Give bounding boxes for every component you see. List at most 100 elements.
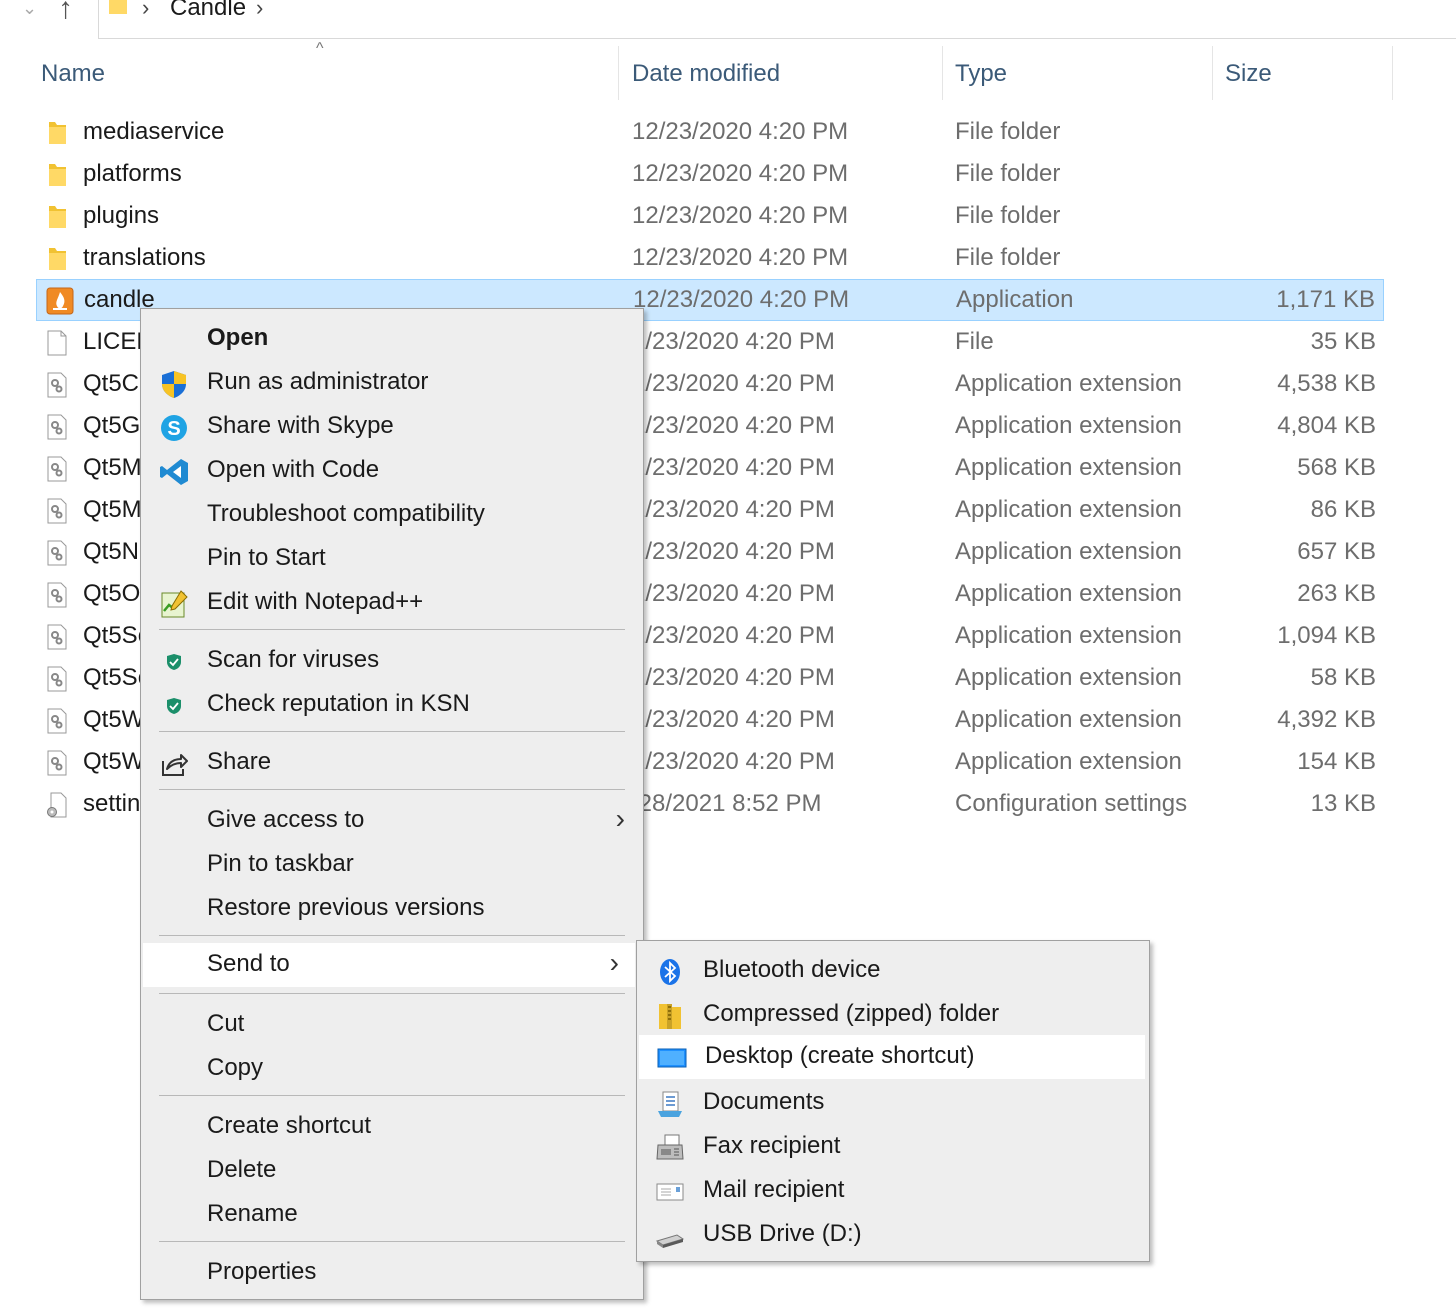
folder-icon	[49, 206, 66, 228]
menu-item-restore-versions[interactable]: Restore previous versions	[141, 887, 643, 931]
send-to-usb-drive[interactable]: USB Drive (D:)	[637, 1213, 1149, 1257]
file-type: Application	[956, 286, 1074, 313]
menu-item-label: Open with Code	[207, 456, 380, 483]
menu-item-label: Restore previous versions	[207, 894, 485, 921]
menu-item-edit-notepad[interactable]: Edit with Notepad++	[141, 581, 643, 625]
file-row[interactable]: plugins 12/23/2020 4:20 PM File folder	[36, 196, 1384, 238]
submenu-item-label: Fax recipient	[703, 1132, 841, 1159]
menu-separator	[159, 731, 625, 732]
up-arrow-icon[interactable]: ↑	[58, 0, 73, 26]
send-to-documents[interactable]: Documents	[637, 1081, 1149, 1125]
menu-item-label: Give access to	[207, 806, 365, 833]
menu-item-properties[interactable]: Properties	[141, 1251, 643, 1295]
file-size: 35 KB	[1310, 328, 1376, 355]
file-type: File folder	[955, 202, 1061, 229]
menu-item-label: Open	[207, 324, 269, 351]
file-date: 12/23/2020 4:20 PM	[633, 286, 850, 313]
file-name: Qt5M	[83, 454, 142, 481]
dll-icon	[47, 414, 67, 440]
file-size: 4,392 KB	[1277, 706, 1376, 733]
menu-item-pin-to-start[interactable]: Pin to Start	[141, 537, 643, 581]
send-to-desktop[interactable]: Desktop (create shortcut)	[639, 1035, 1145, 1079]
column-header-date[interactable]: Date modified	[632, 60, 780, 88]
file-row[interactable]: translations 12/23/2020 4:20 PM File fol…	[36, 238, 1384, 280]
file-name: Qt5W	[83, 748, 145, 775]
menu-item-troubleshoot[interactable]: Troubleshoot compatibility	[141, 493, 643, 537]
settings-file-icon	[47, 792, 67, 818]
column-header-name[interactable]: Name	[41, 60, 105, 88]
file-type: Application extension	[955, 538, 1182, 565]
menu-item-delete[interactable]: Delete	[141, 1149, 643, 1193]
file-type: Application extension	[955, 496, 1182, 523]
file-date: 12/23/2020 4:20 PM	[632, 244, 849, 271]
menu-item-label: Copy	[207, 1054, 264, 1081]
menu-item-scan-viruses[interactable]: Scan for viruses	[141, 639, 643, 683]
notepad-plus-plus-icon	[161, 590, 188, 618]
menu-item-create-shortcut[interactable]: Create shortcut	[141, 1105, 643, 1149]
file-name: Qt5W	[83, 706, 145, 733]
menu-item-open-with-code[interactable]: Open with Code	[141, 449, 643, 493]
address-divider	[98, 0, 99, 38]
column-separator[interactable]	[942, 46, 943, 100]
folder-icon	[49, 122, 66, 144]
share-icon	[162, 754, 188, 776]
send-to-fax[interactable]: Fax recipient	[637, 1125, 1149, 1169]
file-row[interactable]: mediaservice 12/23/2020 4:20 PM File fol…	[36, 112, 1384, 154]
kaspersky-shield-icon	[167, 654, 181, 670]
send-to-bluetooth[interactable]: Bluetooth device	[637, 949, 1149, 993]
column-separator[interactable]	[1392, 46, 1393, 100]
menu-item-share[interactable]: Share	[141, 741, 643, 785]
menu-item-label: Cut	[207, 1010, 245, 1037]
menu-item-cut[interactable]: Cut	[141, 1003, 643, 1047]
file-name: Qt5O	[83, 580, 141, 607]
menu-item-run-as-admin[interactable]: Run as administrator	[141, 361, 643, 405]
menu-item-pin-taskbar[interactable]: Pin to taskbar	[141, 843, 643, 887]
file-type: Application extension	[955, 706, 1182, 733]
file-row[interactable]: platforms 12/23/2020 4:20 PM File folder	[36, 154, 1384, 196]
menu-item-rename[interactable]: Rename	[141, 1193, 643, 1237]
mail-icon	[656, 1183, 684, 1201]
menu-item-check-ksn[interactable]: Check reputation in KSN	[141, 683, 643, 727]
menu-item-copy[interactable]: Copy	[141, 1047, 643, 1091]
breadcrumb-chevron-icon[interactable]: ›	[256, 0, 263, 21]
send-to-zipped-folder[interactable]: Compressed (zipped) folder	[637, 993, 1149, 1037]
menu-item-label: Share with Skype	[207, 412, 394, 439]
column-separator[interactable]	[618, 46, 619, 100]
menu-item-send-to[interactable]: Send to ›	[143, 943, 635, 987]
file-icon	[47, 330, 67, 356]
file-date: 12/23/2020 4:20 PM	[632, 160, 849, 187]
menu-item-give-access[interactable]: Give access to ›	[141, 799, 643, 843]
file-size: 263 KB	[1297, 580, 1376, 607]
file-name: mediaservice	[83, 118, 225, 145]
menu-item-label: Pin to Start	[207, 544, 326, 571]
dll-icon	[47, 372, 67, 398]
file-size: 657 KB	[1297, 538, 1376, 565]
menu-separator	[159, 629, 625, 630]
recent-locations-chevron-icon[interactable]: ⌄	[22, 0, 37, 19]
file-size: 4,538 KB	[1277, 370, 1376, 397]
dll-icon	[47, 624, 67, 650]
column-header-type[interactable]: Type	[955, 60, 1007, 88]
file-size: 568 KB	[1297, 454, 1376, 481]
file-type: Configuration settings	[955, 790, 1188, 817]
folder-icon	[109, 0, 127, 14]
menu-item-label: Create shortcut	[207, 1112, 372, 1139]
breadcrumb-candle[interactable]: Candle	[170, 0, 246, 22]
submenu-item-label: USB Drive (D:)	[703, 1220, 862, 1247]
address-bottom-border	[98, 38, 1456, 39]
zip-folder-icon	[659, 1004, 681, 1029]
breadcrumb-chevron-icon[interactable]: ›	[142, 0, 149, 21]
menu-item-open[interactable]: Open	[141, 317, 643, 361]
skype-icon: S	[161, 415, 187, 441]
file-size: 1,094 KB	[1277, 622, 1376, 649]
file-date: 12/23/2020 4:20 PM	[632, 118, 849, 145]
dll-icon	[47, 666, 67, 692]
file-name: Qt5C	[83, 370, 140, 397]
menu-separator	[159, 789, 625, 790]
context-menu: Open Run as administrator S Share with S…	[140, 308, 644, 1300]
column-separator[interactable]	[1212, 46, 1213, 100]
menu-item-share-skype[interactable]: S Share with Skype	[141, 405, 643, 449]
send-to-mail[interactable]: Mail recipient	[637, 1169, 1149, 1213]
column-header-size[interactable]: Size	[1225, 60, 1272, 88]
menu-item-label: Send to	[207, 950, 290, 977]
